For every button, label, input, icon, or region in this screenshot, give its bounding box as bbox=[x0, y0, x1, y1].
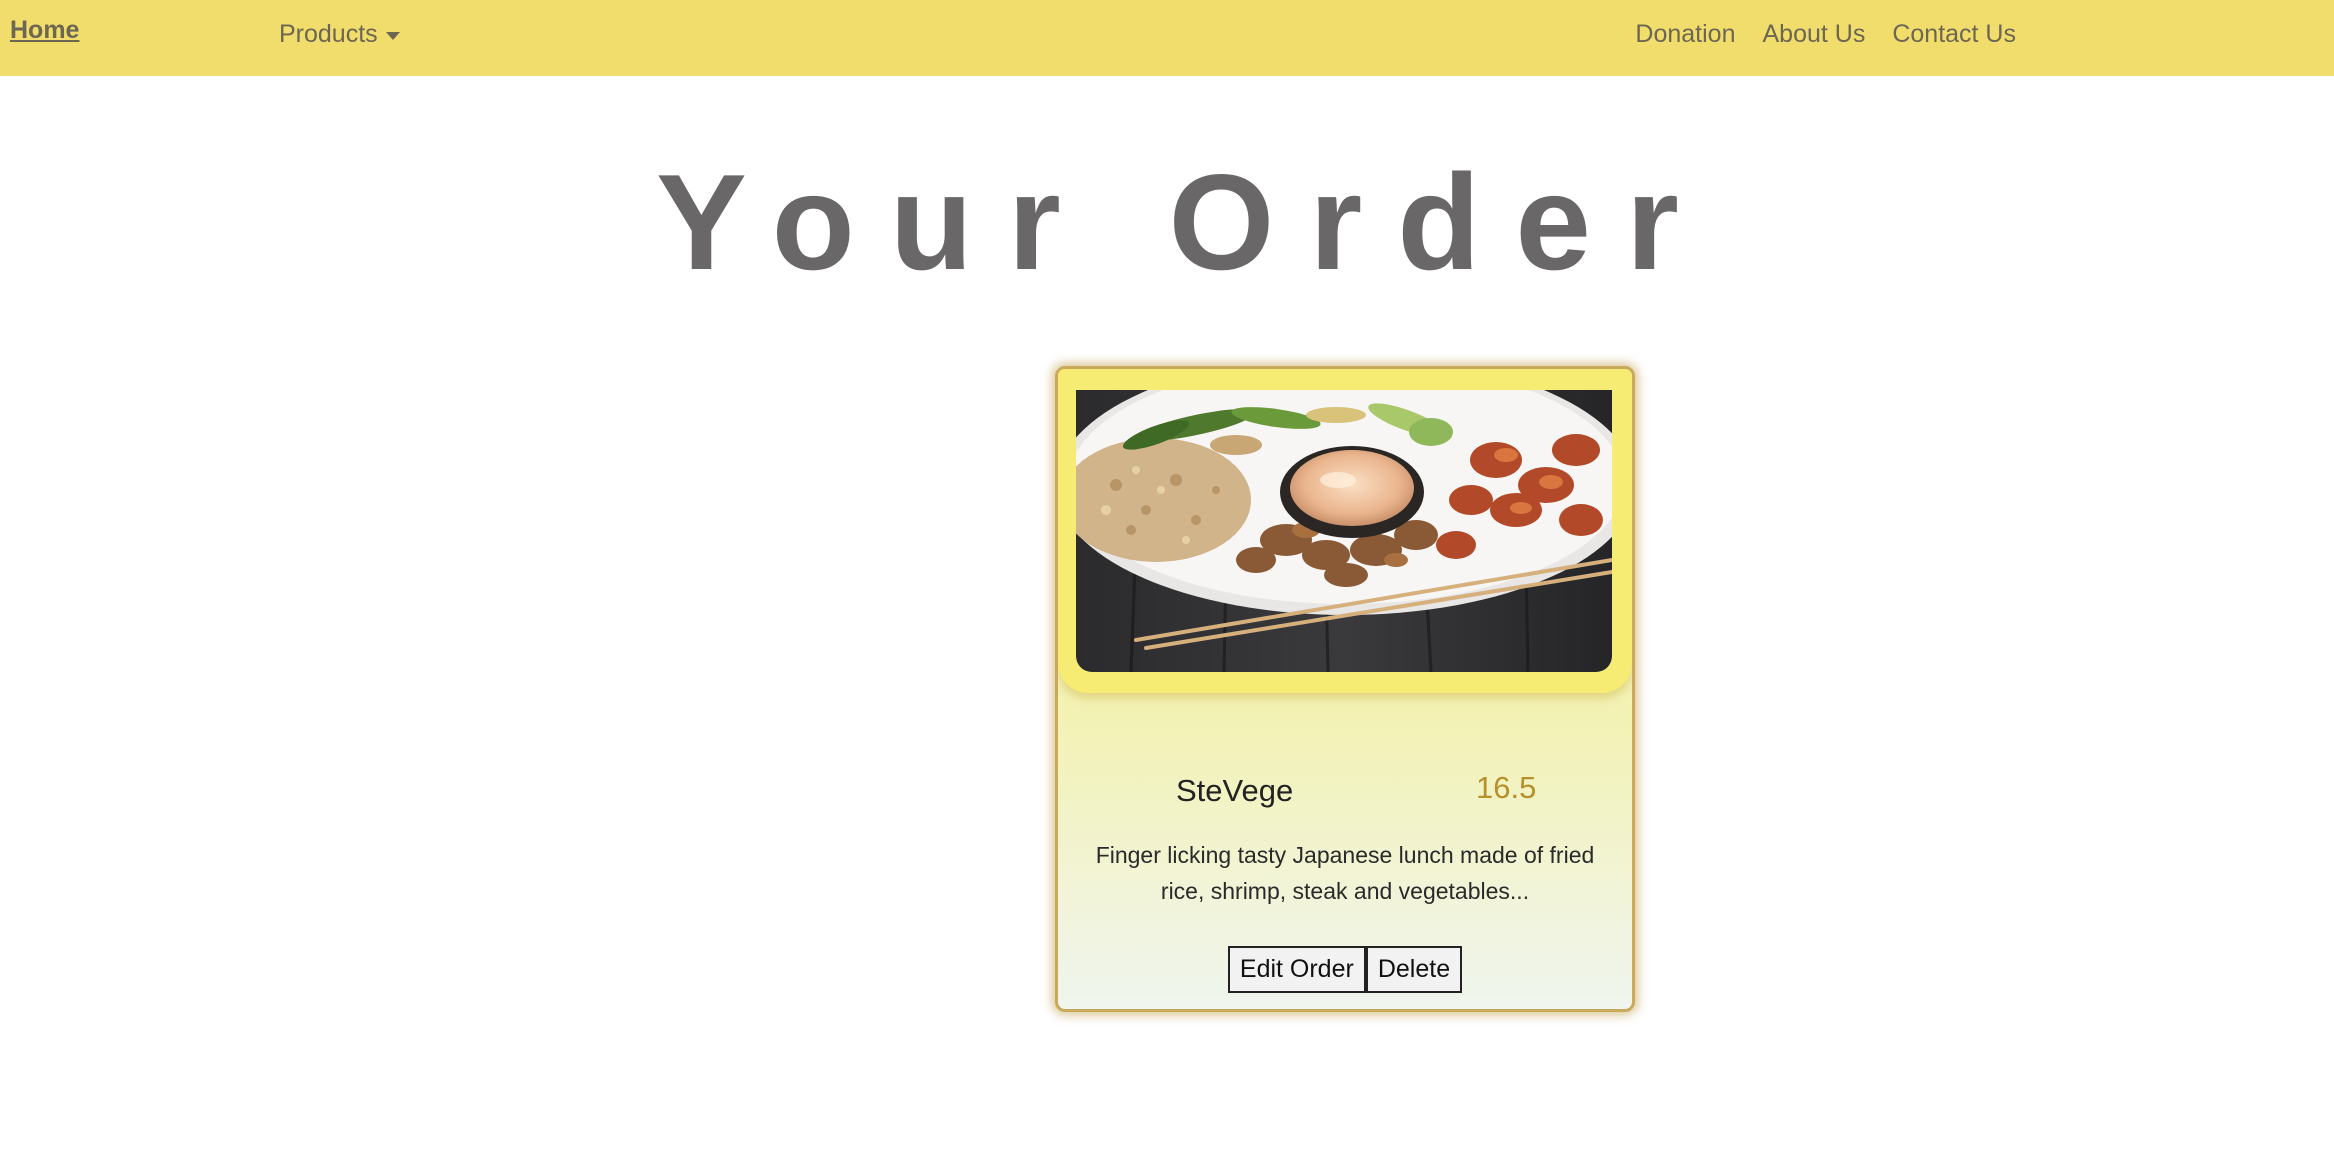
nav-donation-link[interactable]: Donation bbox=[1635, 20, 1735, 49]
order-item-price: 16.5 bbox=[1476, 770, 1537, 805]
card-image-frame bbox=[1058, 369, 1632, 693]
order-actions: Edit Order Delete bbox=[1058, 946, 1632, 993]
nav-products-label: Products bbox=[279, 20, 378, 48]
page-title: Your Order bbox=[656, 146, 1714, 298]
caret-down-icon bbox=[385, 31, 400, 40]
nav-right-links: Donation About Us Contact Us bbox=[1635, 20, 2016, 49]
nav-home-link[interactable]: Home bbox=[10, 16, 79, 45]
delete-button[interactable]: Delete bbox=[1365, 946, 1463, 993]
food-image bbox=[1076, 390, 1612, 672]
edit-order-button[interactable]: Edit Order bbox=[1227, 946, 1366, 993]
order-item-name: SteVege bbox=[1176, 773, 1294, 808]
nav-contact-link[interactable]: Contact Us bbox=[1892, 20, 2016, 49]
order-item-description: Finger licking tasty Japanese lunch made… bbox=[1095, 842, 1595, 904]
top-navbar: Home Products Donation About Us Contact … bbox=[0, 0, 2334, 76]
order-card: SteVege 16.5 Finger licking tasty Japane… bbox=[1055, 366, 1635, 1012]
nav-about-link[interactable]: About Us bbox=[1762, 20, 1865, 49]
nav-products-dropdown[interactable]: Products bbox=[279, 20, 400, 49]
